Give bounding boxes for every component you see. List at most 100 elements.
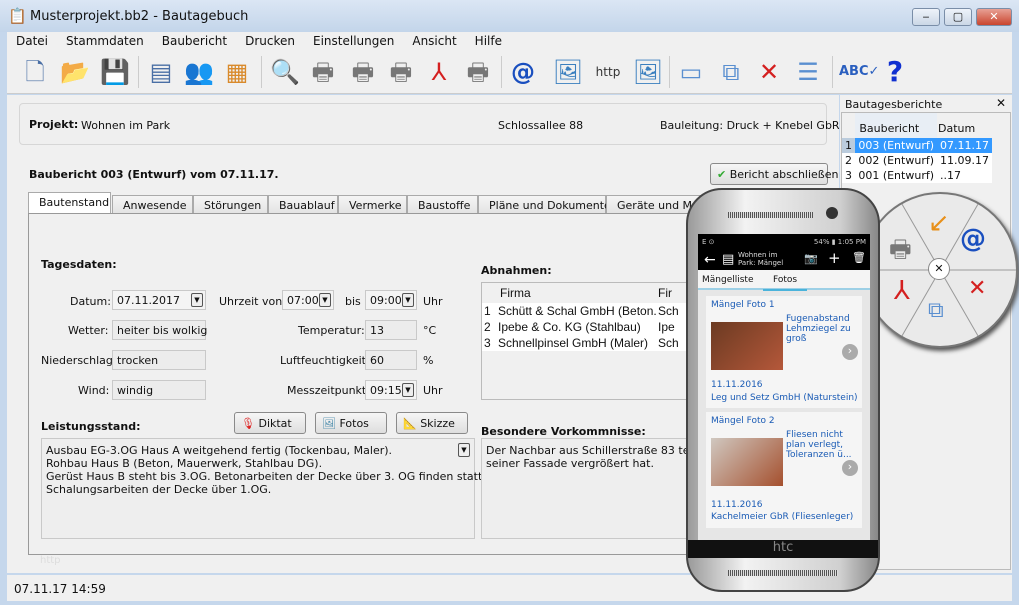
menu-datei[interactable]: Datei [7,32,57,48]
table-row[interactable]: 1 Schütt & Schal GmbH (Beton... Sch [482,303,688,319]
firma-cell: Schütt & Schal GmbH (Beton... [498,304,656,318]
chevron-down-icon[interactable]: ▼ [402,383,414,397]
close-report-label: Bericht abschließen [729,168,839,181]
tab-plaene[interactable]: Pläne und Dokumente [478,195,611,214]
close-report-button[interactable]: ✔ Bericht abschließen [710,163,838,185]
wind-field[interactable]: windig [112,380,206,400]
fotos-button[interactable]: 🖼 Fotos [315,412,387,434]
pdf-icon[interactable]: ⅄ [894,276,910,306]
chevron-down-icon[interactable]: ▼ [402,293,414,307]
window-title: Musterprojekt.bb2 - Bautagebuch [30,9,249,24]
phone-tab-maengelliste[interactable]: Mängelliste [702,275,754,285]
new-doc-icon[interactable]: 🗋 [19,56,51,88]
card-company: Kachelmeier GbR (Fliesenleger) [711,512,854,522]
chevron-down-icon[interactable]: ▼ [319,293,331,307]
open-folder-icon[interactable]: 📂 [59,56,91,88]
phone-status-left: E ⊙ [702,238,715,246]
datum-picker[interactable]: 07.11.2017 ▼ [112,290,206,310]
chevron-down-icon[interactable]: ▼ [458,443,470,457]
table-row[interactable]: 1 003 (Entwurf) 07.11.17 [842,138,992,153]
leistung-textarea[interactable]: Ausbau EG-3.OG Haus A weitgehend fertig … [41,438,486,539]
phone-tab-fotos[interactable]: Fotos [763,275,808,291]
tab-vermerke[interactable]: Vermerke [338,195,407,214]
minimize-button[interactable]: ‒ [912,8,940,26]
print-icon[interactable]: 🖶 [889,232,912,273]
menu-stammdaten[interactable]: Stammdaten [57,32,153,48]
nieder-label: Niederschlag: [41,354,117,367]
sketch-icon: 📐 [403,417,417,430]
mess-select[interactable]: 09:15 ▼ [365,380,417,400]
menu-drucken[interactable]: Drucken [236,32,304,48]
diktat-button[interactable]: 🎙 Diktat [234,412,306,434]
report-date: 11.09.17 [940,154,989,167]
email-icon[interactable]: @ [960,224,986,254]
table-row[interactable]: 3 001 (Entwurf) ..17 [842,168,992,183]
close-button[interactable]: ✕ [976,8,1012,26]
image-icon[interactable]: 🖼 [552,56,584,88]
abnahmen-table[interactable]: Firma Fir 1 Schütt & Schal GmbH (Beton... S… [481,282,689,400]
feucht-field[interactable]: 60 [365,350,417,370]
add-icon[interactable]: + [828,249,841,267]
menu-einstellungen[interactable]: Einstellungen [304,32,403,48]
nieder-field[interactable]: trocken [112,350,206,370]
table-row[interactable]: 2 Ipebe & Co. KG (Stahlbau) Ipe [482,319,688,335]
move-icon[interactable]: ↙ [928,208,950,238]
delete-entry-icon[interactable]: ✕ [753,56,785,88]
vorkommnisse-textarea[interactable]: Der Nachbar aus Schillerstraße 83 teilte… [481,438,701,539]
back-icon[interactable]: ← [704,252,716,268]
col-datum[interactable]: Datum [937,113,992,138]
save-icon[interactable]: 💾 [99,56,131,88]
trash-icon[interactable]: 🗑 [852,251,866,264]
menu-baubericht[interactable]: Baubericht [153,32,236,48]
print-icon[interactable]: 🖶 [385,56,417,88]
layout-icon[interactable]: ▦ [221,56,253,88]
spellcheck-icon[interactable]: ABC✓ [839,56,879,88]
tab-anwesende[interactable]: Anwesende [112,195,193,214]
wetter-field[interactable]: heiter bis wolkig [112,320,207,340]
duplicate-icon[interactable]: ⧉ [715,56,747,88]
defect-card[interactable]: Mängel Foto 2 Fliesen nicht plan verlegt… [706,412,862,528]
temp-field[interactable]: 13 [365,320,417,340]
print-icon[interactable]: 🖶 [347,56,379,88]
tab-baustoffe[interactable]: Baustoffe [407,195,478,214]
new-entry-icon[interactable]: ▭ [675,56,707,88]
report-date: ..17 [940,169,962,182]
chevron-right-icon[interactable]: › [842,460,858,476]
tab-stoerungen[interactable]: Störungen [193,195,268,214]
menu-ansicht[interactable]: Ansicht [403,32,465,48]
maximize-button[interactable]: ▢ [944,8,972,26]
phone-status: 54% ▮ 1:05 PM [813,238,866,246]
radial-close-button[interactable]: ✕ [928,258,950,280]
chevron-down-icon[interactable]: ▼ [191,293,203,307]
camera-icon[interactable]: 📷 [804,252,818,265]
duplicate-icon[interactable]: ⧉ [928,298,944,323]
von-select[interactable]: 07:00 ▼ [282,290,334,310]
defect-card[interactable]: Mängel Foto 1 Fugenabstand Lehmziegel zu… [706,296,862,408]
tab-bautenstand[interactable]: Bautenstand [28,192,111,215]
wind-label: Wind: [78,384,110,397]
panel-close-icon[interactable]: ✕ [996,96,1006,110]
preview-icon[interactable]: 🔍 [269,56,301,88]
chevron-right-icon[interactable]: › [842,344,858,360]
pdf-icon[interactable]: ⅄ [423,56,455,88]
skizze-button[interactable]: 📐 Skizze [396,412,468,434]
menu-hilfe[interactable]: Hilfe [466,32,511,48]
report-name: 001 (Entwurf) [858,169,935,182]
help-icon[interactable]: ? [879,56,911,88]
web-export-icon[interactable]: http [592,56,624,88]
radial-menu: 🖶 ↙ @ ⅄ ⧉ ✕ ✕ [862,192,1018,348]
print-icon[interactable]: 🖶 [307,56,339,88]
bis-select[interactable]: 09:00 ▼ [365,290,417,310]
print-list-icon[interactable]: 🖶 [462,56,494,88]
move-entry-icon[interactable]: ☰ [792,56,824,88]
delete-icon[interactable]: ✕ [968,276,986,301]
users-add-remove-icon[interactable]: 👥 [183,56,215,88]
table-row[interactable]: 2 002 (Entwurf) 11.09.17 [842,153,992,168]
col-baubericht[interactable]: Baubericht [855,113,938,138]
image-export-icon[interactable]: 🖼 [632,56,664,88]
report-icon[interactable]: ▤ [145,56,177,88]
card-desc: Fliesen nicht plan verlegt, Toleranzen ü… [786,430,852,460]
email-icon[interactable]: @ [507,56,539,88]
tab-bauablauf[interactable]: Bauablauf [268,195,338,214]
table-row[interactable]: 3 Schnellpinsel GmbH (Maler) Sch [482,335,688,351]
